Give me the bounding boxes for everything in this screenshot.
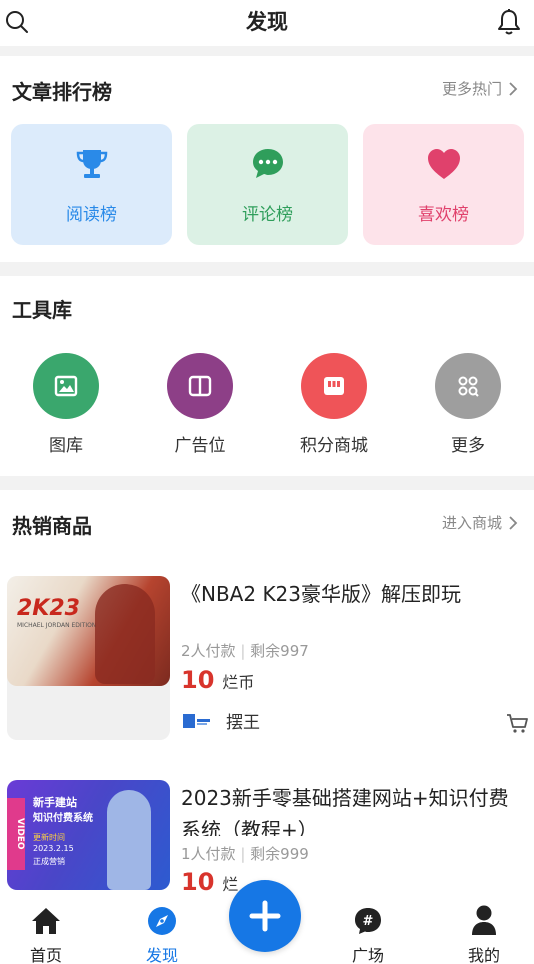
publish-button[interactable] bbox=[229, 880, 301, 952]
chevron-right-icon bbox=[509, 515, 518, 530]
hashtag-icon: # bbox=[355, 908, 381, 934]
tab-square[interactable]: # 广场 bbox=[328, 896, 408, 964]
page-title: 发现 bbox=[246, 10, 288, 34]
chevron-right-icon bbox=[509, 81, 518, 96]
more-tool[interactable]: 更多 bbox=[418, 353, 518, 456]
product-image-line2: 知识付费系统 bbox=[33, 813, 93, 824]
seller-info: 摆王 bbox=[182, 708, 260, 733]
tab-discover-label: 发现 bbox=[145, 946, 178, 964]
paid-count: 2人付款 bbox=[181, 642, 236, 660]
product-image-text: 2K23 bbox=[17, 596, 80, 621]
section-title: 热销商品 bbox=[12, 514, 92, 538]
heart-icon bbox=[427, 149, 460, 179]
discover-page: 发现 文章排行榜 更多热门 阅读榜 评论榜 喜欢榜 工具库 图库 广告位 积分商… bbox=[0, 0, 534, 964]
read-rank-card[interactable]: 阅读榜 bbox=[11, 124, 172, 245]
tab-home-label: 首页 bbox=[29, 946, 62, 964]
product-image-date: 2023.2.15 bbox=[33, 844, 74, 853]
tab-home[interactable]: 首页 bbox=[6, 896, 86, 964]
compass-icon bbox=[148, 907, 176, 935]
home-icon bbox=[32, 908, 60, 934]
product-sales: 1人付款 | 剩余999 bbox=[181, 845, 309, 863]
cart-icon[interactable] bbox=[505, 712, 529, 734]
section-title: 工具库 bbox=[12, 298, 72, 322]
bell-icon[interactable] bbox=[496, 8, 522, 36]
points-mall-label: 积分商城 bbox=[300, 436, 368, 456]
read-rank-label: 阅读榜 bbox=[66, 205, 117, 225]
user-icon bbox=[472, 905, 496, 935]
price-unit: 烂 bbox=[222, 875, 239, 894]
gallery-label: 图库 bbox=[49, 436, 83, 456]
more-label: 更多 bbox=[451, 436, 485, 456]
top-bar: 发现 bbox=[0, 0, 534, 46]
product-sales: 2人付款 | 剩余997 bbox=[181, 642, 309, 660]
svg-text:#: # bbox=[363, 914, 374, 929]
price-value: 10 bbox=[181, 868, 215, 896]
product-image-caption: MICHAEL JORDAN EDITION bbox=[17, 622, 97, 629]
like-rank-label: 喜欢榜 bbox=[418, 205, 469, 225]
trophy-icon bbox=[76, 150, 107, 178]
product-image-side: VIDEO bbox=[7, 798, 25, 870]
product-image-note: 正成营销 bbox=[33, 857, 65, 866]
presenter-figure bbox=[107, 790, 151, 890]
like-rank-card[interactable]: 喜欢榜 bbox=[363, 124, 524, 245]
more-hot-link[interactable]: 更多热门 bbox=[442, 78, 518, 99]
product-price: 10 烂 bbox=[181, 868, 238, 896]
seller-name: 摆王 bbox=[226, 713, 260, 733]
price-unit: 烂币 bbox=[222, 673, 255, 692]
more-grid-icon bbox=[458, 376, 479, 397]
comment-rank-label: 评论榜 bbox=[242, 205, 293, 225]
stock-count: 剩余997 bbox=[250, 642, 309, 660]
image-icon bbox=[54, 375, 78, 397]
ad-slot-label: 广告位 bbox=[174, 436, 226, 456]
book-icon bbox=[188, 375, 212, 397]
tab-discover[interactable]: 发现 bbox=[122, 896, 202, 964]
comment-rank-card[interactable]: 评论榜 bbox=[187, 124, 348, 245]
product-image-tag: 更新时间 bbox=[33, 833, 65, 842]
product-image: 2K23 MICHAEL JORDAN EDITION bbox=[7, 576, 170, 686]
plus-icon bbox=[249, 900, 281, 932]
points-mall-tool[interactable]: 积分商城 bbox=[284, 353, 384, 456]
player-figure bbox=[95, 584, 155, 684]
section-title: 文章排行榜 bbox=[12, 80, 112, 104]
tab-mine[interactable]: 我的 bbox=[444, 896, 524, 964]
product-image-line1: 新手建站 bbox=[33, 796, 77, 809]
gallery-tool[interactable]: 图库 bbox=[16, 353, 116, 456]
tab-mine-label: 我的 bbox=[467, 946, 500, 964]
store-icon bbox=[324, 377, 344, 395]
seller-avatar-icon bbox=[183, 713, 210, 728]
enter-mall-link[interactable]: 进入商城 bbox=[442, 512, 518, 533]
product-price: 10 烂币 bbox=[181, 666, 254, 694]
tab-square-label: 广场 bbox=[351, 946, 384, 964]
paid-count: 1人付款 bbox=[181, 845, 236, 863]
comment-icon bbox=[252, 149, 283, 178]
more-hot-label: 更多热门 bbox=[441, 80, 502, 98]
price-value: 10 bbox=[181, 666, 215, 694]
product-title: 《NBA2 K23豪华版》解压即玩 bbox=[181, 582, 462, 606]
product-title: 2023新手零基础搭建网站+知识付费系统（教程+） bbox=[181, 786, 509, 836]
ad-slot-tool[interactable]: 广告位 bbox=[150, 353, 250, 456]
stock-count: 剩余999 bbox=[250, 845, 309, 863]
enter-mall-label: 进入商城 bbox=[441, 514, 502, 532]
product-image: VIDEO 新手建站 知识付费系统 更新时间 2023.2.15 正成营销 bbox=[7, 780, 170, 890]
